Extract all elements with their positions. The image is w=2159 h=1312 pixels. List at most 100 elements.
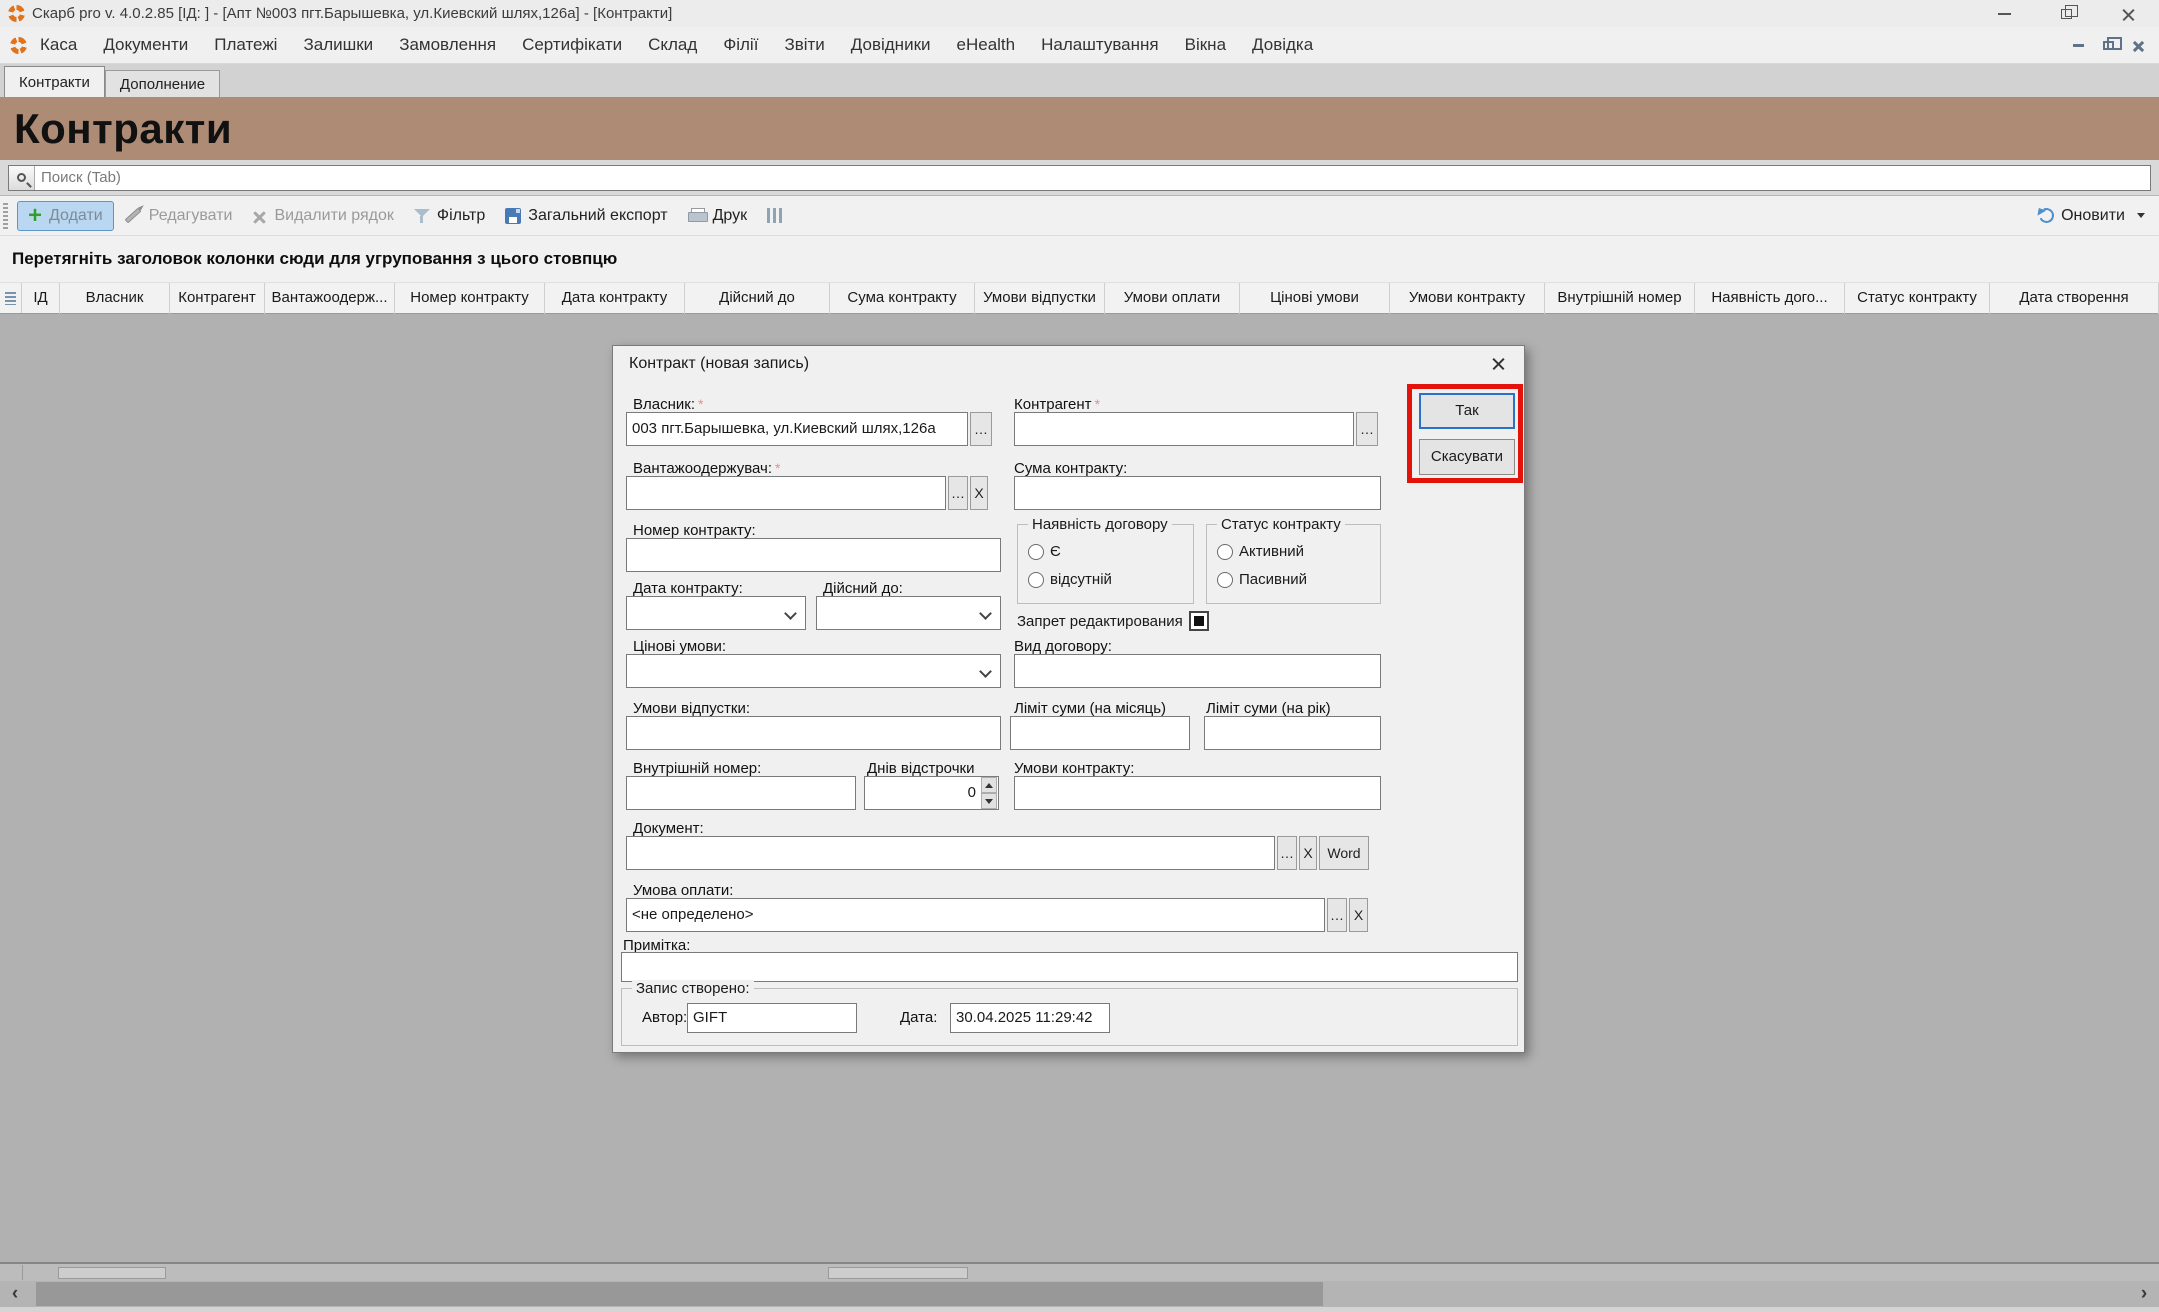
horizontal-scrollbar[interactable]: ‹ › (0, 1281, 2159, 1307)
menu-item-6[interactable]: Склад (635, 35, 710, 55)
price-terms-combo[interactable] (626, 654, 1001, 688)
window-restore-button[interactable] (2035, 0, 2097, 27)
menu-item-7[interactable]: Філії (710, 35, 771, 55)
export-button[interactable]: Загальний експорт (495, 201, 677, 231)
document-label: Документ: (633, 820, 704, 837)
menu-item-1[interactable]: Документи (90, 35, 201, 55)
agreement-kind-field[interactable] (1014, 654, 1381, 688)
edit-ban-checkbox[interactable] (1189, 611, 1209, 631)
delay-days-label: Днів відстрочки (867, 760, 974, 777)
note-field[interactable] (621, 952, 1518, 982)
status-option-passive[interactable]: Пасивний (1217, 571, 1307, 588)
menu-item-10[interactable]: eHealth (944, 35, 1029, 55)
column-chooser-button[interactable] (757, 201, 792, 231)
valid-until-combo[interactable] (816, 596, 1001, 630)
column-header-2[interactable]: Контрагент (170, 283, 265, 314)
cancel-button[interactable]: Скасувати (1419, 439, 1515, 475)
column-header-6[interactable]: Дійсний до (685, 283, 830, 314)
owner-field[interactable]: 003 пгт.Барышевка, ул.Киевский шлях,126а (626, 412, 968, 446)
chevron-down-icon[interactable] (2137, 213, 2145, 218)
consignee-browse-button[interactable]: … (948, 476, 968, 510)
contract-number-field[interactable] (626, 538, 1001, 572)
menu-item-8[interactable]: Звіти (771, 35, 837, 55)
delete-row-button-label: Видалити рядок (274, 207, 393, 225)
delay-days-spinner[interactable]: 0 (864, 776, 999, 810)
minimize-icon (1998, 13, 2011, 15)
payment-term-clear-button[interactable]: X (1349, 898, 1368, 932)
document-clear-button[interactable]: X (1299, 836, 1317, 870)
print-button[interactable]: Друк (678, 201, 758, 231)
column-header-11[interactable]: Умови контракту (1390, 283, 1545, 314)
column-header-4[interactable]: Номер контракту (395, 283, 545, 314)
column-header-3[interactable]: Вантажоодерж... (265, 283, 395, 314)
limit-month-field[interactable] (1010, 716, 1190, 750)
scroll-right-button[interactable]: › (2129, 1281, 2159, 1307)
mdi-restore-button[interactable] (2093, 33, 2123, 57)
presence-option-yes[interactable]: Є (1028, 543, 1061, 560)
grid-bottom-row (0, 1262, 2159, 1281)
column-header-13[interactable]: Наявність дого... (1695, 283, 1845, 314)
menu-item-13[interactable]: Довідка (1239, 35, 1326, 55)
pencil-icon (124, 208, 141, 224)
column-header-8[interactable]: Умови відпустки (975, 283, 1105, 314)
consignee-clear-button[interactable]: X (970, 476, 988, 510)
status-option-active[interactable]: Активний (1217, 543, 1304, 560)
column-header-0[interactable]: ІД (22, 283, 60, 314)
document-field[interactable] (626, 836, 1275, 870)
column-header-7[interactable]: Сума контракту (830, 283, 975, 314)
created-date-field[interactable]: 30.04.2025 11:29:42 (950, 1003, 1110, 1033)
internal-number-field[interactable] (626, 776, 856, 810)
contract-date-combo[interactable] (626, 596, 806, 630)
contract-dialog: Контракт (новая запись) Власник:* 003 пг… (612, 345, 1525, 1053)
presence-option-absent[interactable]: відсутній (1028, 571, 1112, 588)
column-header-1[interactable]: Власник (60, 283, 170, 314)
payment-term-browse-button[interactable]: … (1327, 898, 1347, 932)
tab-kontrakty[interactable]: Контракти (4, 66, 105, 97)
payment-term-field[interactable]: <не определено> (626, 898, 1325, 932)
limit-year-field[interactable] (1204, 716, 1381, 750)
menu-item-0[interactable]: Каса (27, 35, 90, 55)
refresh-button[interactable]: Оновити (2039, 207, 2145, 225)
column-header-14[interactable]: Статус контракту (1845, 283, 1990, 314)
search-input[interactable]: Поиск (Tab) (8, 165, 2151, 191)
column-header-10[interactable]: Цінові умови (1240, 283, 1390, 314)
search-button[interactable] (9, 166, 35, 190)
delete-row-button[interactable]: Видалити рядок (242, 201, 403, 231)
scroll-left-button[interactable]: ‹ (0, 1281, 30, 1307)
author-field[interactable]: GIFT (687, 1003, 857, 1033)
owner-browse-button[interactable]: … (970, 412, 992, 446)
menu-item-3[interactable]: Залишки (290, 35, 386, 55)
menu-item-5[interactable]: Сертифікати (509, 35, 635, 55)
release-terms-field[interactable] (626, 716, 1001, 750)
tab-dopolnenie[interactable]: Дополнение (105, 70, 220, 97)
column-header-12[interactable]: Внутрішній номер (1545, 283, 1695, 314)
menu-item-4[interactable]: Замовлення (386, 35, 509, 55)
contract-terms-field[interactable] (1014, 776, 1381, 810)
column-header-15[interactable]: Дата створення (1990, 283, 2159, 314)
menu-item-11[interactable]: Налаштування (1028, 35, 1172, 55)
menu-item-12[interactable]: Вікна (1172, 35, 1239, 55)
consignee-field[interactable] (626, 476, 946, 510)
column-header-9[interactable]: Умови оплати (1105, 283, 1240, 314)
mdi-minimize-button[interactable] (2063, 33, 2093, 57)
filter-button[interactable]: Фільтр (404, 201, 495, 231)
row-indicator-header[interactable] (0, 283, 22, 313)
edit-button[interactable]: Редагувати (114, 201, 243, 231)
document-browse-button[interactable]: … (1277, 836, 1297, 870)
spin-up-button[interactable] (981, 777, 997, 793)
menu-item-2[interactable]: Платежі (201, 35, 290, 55)
counterparty-field[interactable] (1014, 412, 1354, 446)
scrollbar-thumb[interactable] (36, 1282, 1323, 1306)
mdi-close-button[interactable] (2123, 33, 2153, 57)
column-header-5[interactable]: Дата контракту (545, 283, 685, 314)
contract-sum-field[interactable] (1014, 476, 1381, 510)
ok-button[interactable]: Так (1419, 393, 1515, 429)
window-minimize-button[interactable] (1973, 0, 2035, 27)
window-close-button[interactable] (2097, 0, 2159, 27)
spin-down-button[interactable] (981, 793, 997, 809)
dialog-close-icon[interactable] (1491, 355, 1506, 370)
menu-item-9[interactable]: Довідники (838, 35, 944, 55)
add-button[interactable]: + Додати (17, 201, 114, 231)
counterparty-browse-button[interactable]: … (1356, 412, 1378, 446)
document-word-button[interactable]: Word (1319, 836, 1369, 870)
